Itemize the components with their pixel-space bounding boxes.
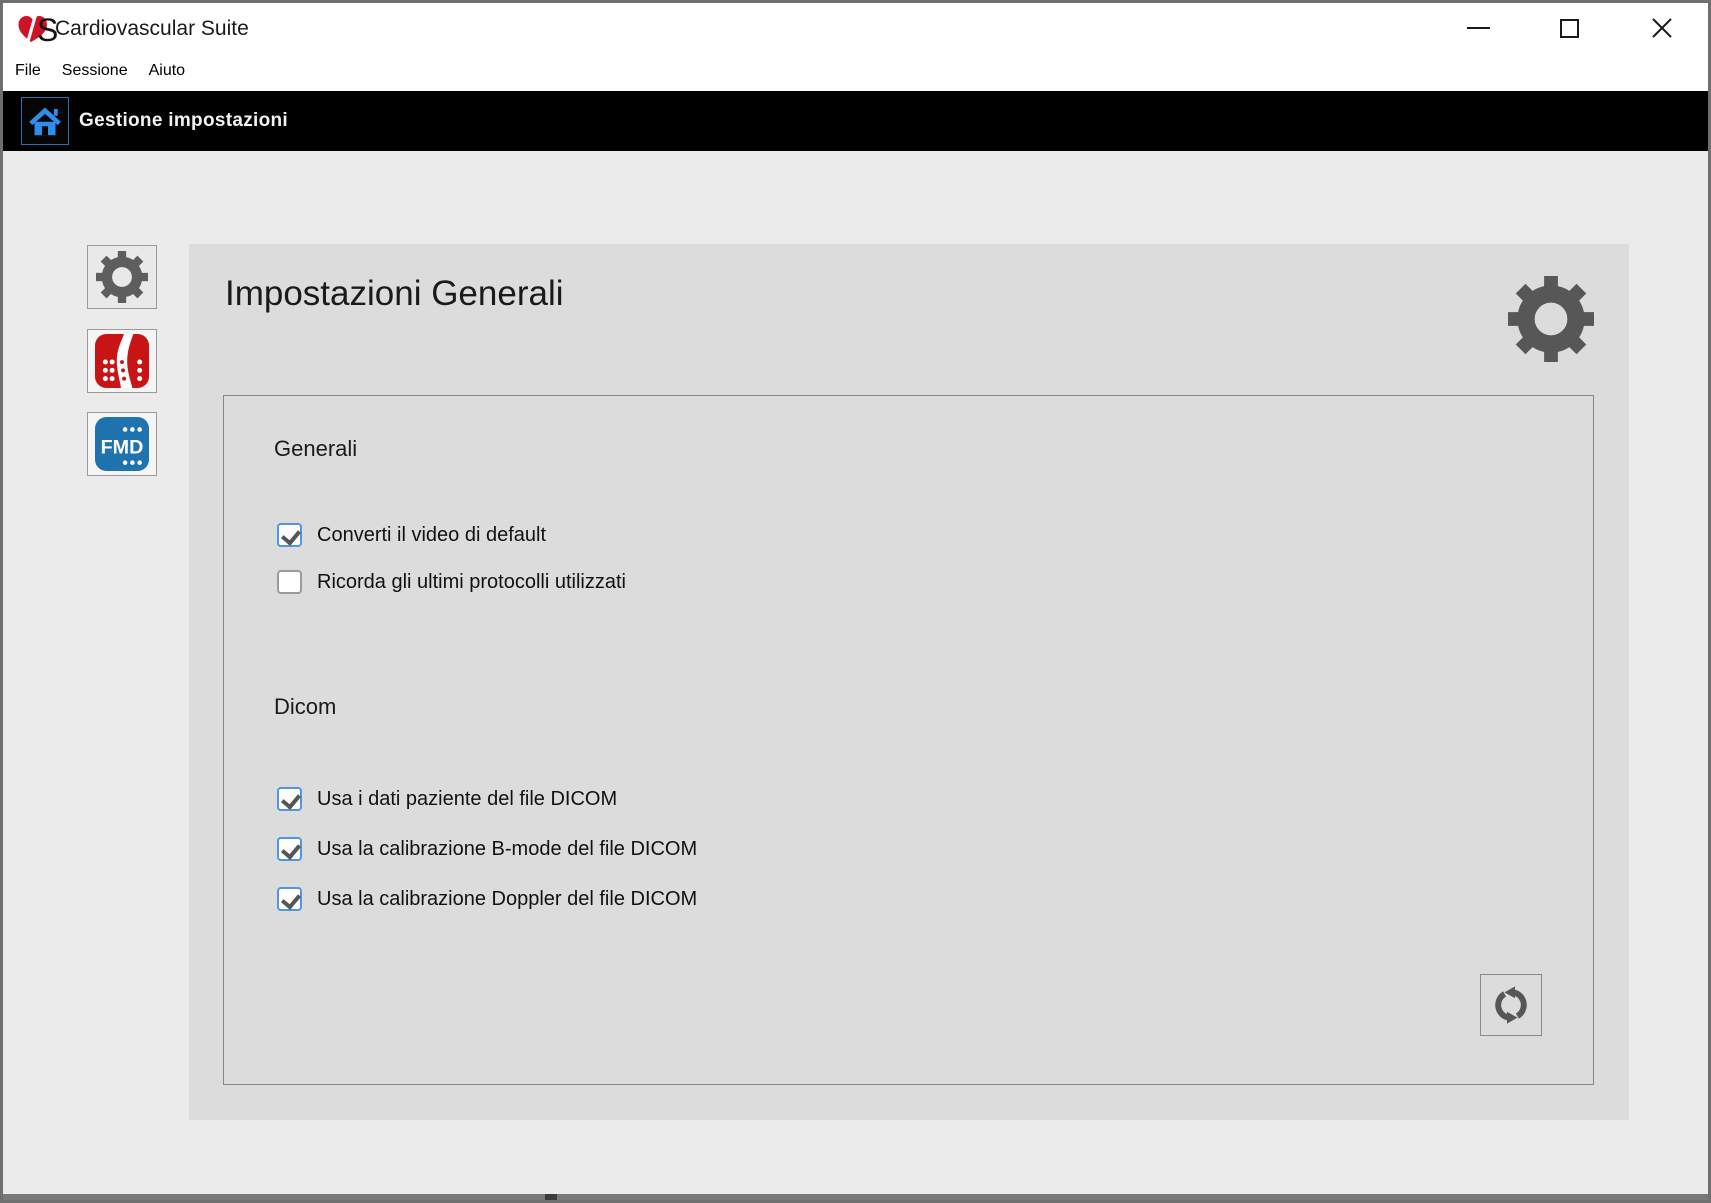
- minimize-button[interactable]: [1455, 8, 1501, 48]
- sync-icon: [1489, 983, 1533, 1027]
- window-bottom-border: [3, 1194, 1708, 1200]
- resize-notch: [545, 1194, 557, 1200]
- fmd-icon-text: FMD: [101, 436, 144, 458]
- sidebar-item-artery-analysis[interactable]: [87, 329, 157, 393]
- option-label: Ricorda gli ultimi protocolli utilizzati: [317, 571, 626, 594]
- maximize-icon: [1560, 19, 1579, 38]
- checkbox-dicom-doppler-calibration[interactable]: [277, 887, 302, 911]
- option-row-convert-video[interactable]: Converti il video di default: [277, 522, 546, 548]
- content-area: FMD Impostazioni Generali: [3, 151, 1708, 1200]
- artery-icon: [95, 334, 149, 388]
- option-label: Usa la calibrazione Doppler del file DIC…: [317, 888, 697, 911]
- panel-heading: Impostazioni Generali: [225, 274, 564, 314]
- option-row-remember-protocols[interactable]: Ricorda gli ultimi protocolli utilizzati: [277, 569, 626, 595]
- home-button[interactable]: [21, 97, 69, 145]
- close-icon: [1650, 16, 1674, 40]
- refresh-button[interactable]: [1480, 974, 1542, 1036]
- minimize-icon: [1467, 27, 1490, 29]
- fmd-icon: FMD: [95, 417, 149, 471]
- menu-bar: File Sessione Aiuto: [3, 51, 1708, 91]
- checkbox-remember-protocols[interactable]: [277, 570, 302, 594]
- header-bar: Gestione impostazioni: [3, 91, 1708, 151]
- menu-file[interactable]: File: [15, 62, 41, 80]
- title-bar: S Cardiovascular Suite: [3, 3, 1708, 51]
- sidebar-item-fmd-settings[interactable]: FMD: [87, 412, 157, 476]
- page-title: Gestione impostazioni: [79, 91, 288, 151]
- option-row-dicom-bmode-calibration[interactable]: Usa la calibrazione B-mode del file DICO…: [277, 836, 697, 862]
- option-row-dicom-patient-data[interactable]: Usa i dati paziente del file DICOM: [277, 786, 617, 812]
- gear-icon: [96, 251, 148, 303]
- app-window: S Cardiovascular Suite File Sessione Aiu…: [0, 0, 1711, 1203]
- close-button[interactable]: [1639, 8, 1685, 48]
- home-icon: [27, 103, 63, 139]
- checkbox-convert-video[interactable]: [277, 523, 302, 547]
- maximize-button[interactable]: [1546, 8, 1592, 48]
- menu-sessione[interactable]: Sessione: [62, 62, 128, 80]
- option-row-dicom-doppler-calibration[interactable]: Usa la calibrazione Doppler del file DIC…: [277, 886, 697, 912]
- checkbox-dicom-patient-data[interactable]: [277, 787, 302, 811]
- option-label: Usa i dati paziente del file DICOM: [317, 788, 617, 811]
- menu-aiuto[interactable]: Aiuto: [149, 62, 185, 80]
- settings-group-box: Generali Converti il video di default Ri…: [223, 395, 1594, 1085]
- section-title-dicom: Dicom: [274, 694, 336, 720]
- checkbox-dicom-bmode-calibration[interactable]: [277, 837, 302, 861]
- option-label: Usa la calibrazione B-mode del file DICO…: [317, 838, 697, 861]
- section-title-generali: Generali: [274, 436, 357, 462]
- sidebar-item-general-settings[interactable]: [87, 245, 157, 309]
- option-label: Converti il video di default: [317, 524, 546, 547]
- gear-icon: [1507, 276, 1595, 362]
- settings-panel: Impostazioni Generali: [189, 244, 1629, 1120]
- app-title: Cardiovascular Suite: [55, 17, 249, 41]
